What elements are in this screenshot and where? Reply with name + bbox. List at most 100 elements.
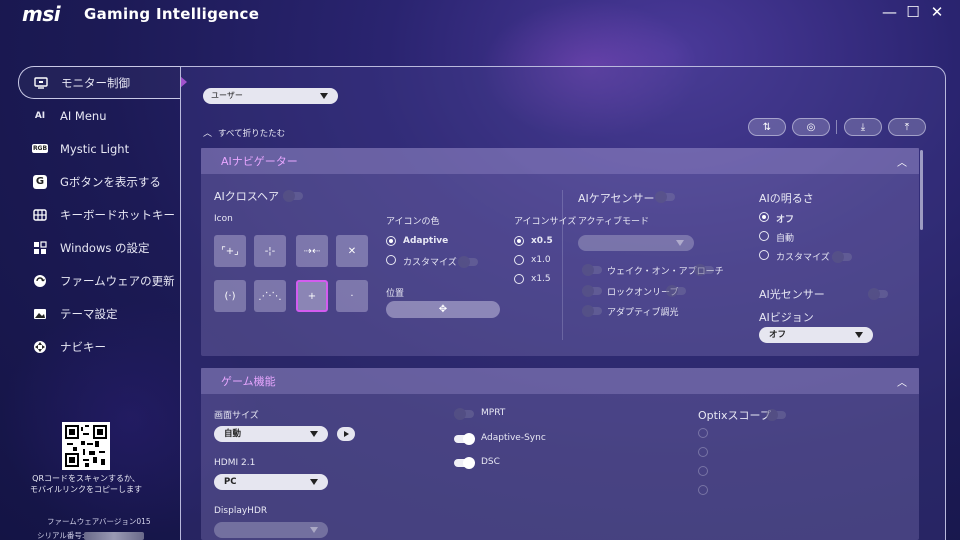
theme-icon xyxy=(32,306,48,322)
icon-label: Icon xyxy=(214,214,233,224)
displayhdr-dropdown[interactable] xyxy=(214,522,328,538)
sort-button[interactable]: ⇅ xyxy=(748,118,786,136)
ai-navigator-header[interactable]: AIナビゲーター ︿ xyxy=(201,148,919,174)
chevron-down-icon xyxy=(310,527,318,533)
sidebar-item-ai-menu[interactable]: AI AI Menu xyxy=(18,99,180,132)
brightness-off-radio[interactable] xyxy=(759,212,769,222)
minimize-icon[interactable]: — xyxy=(882,3,897,21)
sort-icon: ⇅ xyxy=(762,121,772,133)
adaptive-dimming-toggle[interactable] xyxy=(582,305,602,317)
color-adaptive-radio[interactable] xyxy=(386,236,396,246)
sidebar-item-label: Mystic Light xyxy=(60,141,130,156)
active-mode-dropdown[interactable] xyxy=(578,235,694,251)
brightness-custom-radio[interactable] xyxy=(759,250,769,260)
export-button[interactable]: ⤒ xyxy=(888,118,926,136)
app-title: Gaming Intelligence xyxy=(84,5,260,23)
chevron-down-icon xyxy=(320,93,328,99)
size-05-label: x0.5 xyxy=(531,236,553,246)
close-icon[interactable]: ✕ xyxy=(930,3,944,21)
color-custom-toggle[interactable] xyxy=(458,256,478,268)
ai-crosshair-toggle[interactable] xyxy=(283,190,303,202)
serial-number: シリアル番号: xyxy=(37,530,145,540)
sidebar-item-theme-settings[interactable]: テーマ設定 xyxy=(18,297,180,330)
maximize-icon[interactable]: ☐ xyxy=(906,3,920,21)
ai-icon: AI xyxy=(34,110,46,121)
crosshair-style-8[interactable]: · xyxy=(336,280,368,312)
play-preview-button[interactable] xyxy=(337,427,355,441)
sidebar-item-keyboard-hotkey[interactable]: キーボードホットキー xyxy=(18,198,180,231)
crosshair-style-7[interactable]: + xyxy=(296,280,328,312)
crosshair-circle-icon: (·) xyxy=(224,290,236,302)
windows-icon xyxy=(32,240,48,256)
crosshair-style-2[interactable]: -¦- xyxy=(254,235,286,267)
brightness-custom-label: カスタマイズ xyxy=(776,253,830,263)
icon-color-label: アイコンの色 xyxy=(386,217,440,227)
sidebar-item-label: Windows の設定 xyxy=(60,240,150,255)
scrollbar[interactable] xyxy=(920,150,923,230)
crosshair-style-3[interactable]: ⇢⇠ xyxy=(296,235,328,267)
sidebar-item-mystic-light[interactable]: RGB Mystic Light xyxy=(18,132,180,165)
color-adaptive-label: Adaptive xyxy=(403,236,449,246)
sidebar-item-navi-key[interactable]: ナビキー xyxy=(18,330,180,363)
color-custom-label: カスタマイズ xyxy=(403,258,457,268)
user-profile-dropdown[interactable]: ユーザー xyxy=(203,88,338,104)
sidebar-item-label: Gボタンを表示する xyxy=(60,174,161,189)
brightness-custom-toggle[interactable] xyxy=(832,251,852,263)
move-icon: ✥ xyxy=(438,304,448,315)
sidebar-item-firmware-update[interactable]: ファームウェアの更新 xyxy=(18,264,180,297)
collapse-all-button[interactable]: ︿ すべて折りたたむ xyxy=(203,126,285,139)
sidebar-item-monitor-control[interactable]: モニター制御 xyxy=(18,66,180,99)
adaptive-sync-toggle[interactable] xyxy=(454,433,475,445)
gaming-header[interactable]: ゲーム機能 ︿ xyxy=(201,368,919,394)
sidebar-item-g-button[interactable]: G Gボタンを表示する xyxy=(18,165,180,198)
wake-on-approach-sub-toggle[interactable] xyxy=(694,264,714,276)
monitor-icon xyxy=(33,75,49,91)
chevron-up-icon[interactable]: ︿ xyxy=(897,154,907,169)
hdmi-dropdown[interactable]: PC xyxy=(214,474,328,490)
eye-icon: ◎ xyxy=(806,121,816,133)
msi-logo: msi xyxy=(22,2,61,26)
ai-crosshair-label: AIクロスヘア xyxy=(214,190,279,203)
rgb-icon: RGB xyxy=(31,144,49,153)
optix-option-1-radio[interactable] xyxy=(698,428,708,438)
color-custom-radio[interactable] xyxy=(386,255,396,265)
chevron-up-icon[interactable]: ︿ xyxy=(897,374,907,389)
brightness-off-label: オフ xyxy=(776,215,795,225)
ai-vision-dropdown[interactable]: オフ xyxy=(759,327,873,343)
optix-option-4-radio[interactable] xyxy=(698,485,708,495)
chevron-down-icon xyxy=(310,479,318,485)
crosshair-style-4[interactable]: ✕ xyxy=(336,235,368,267)
size-05-radio[interactable] xyxy=(514,236,524,246)
sidebar-item-label: ファームウェアの更新 xyxy=(60,273,175,288)
crosshair-style-1[interactable]: ⌜+⌟ xyxy=(214,235,246,267)
ai-care-sensor-toggle[interactable] xyxy=(655,191,675,203)
position-button[interactable]: ✥ xyxy=(386,301,500,318)
preview-button[interactable]: ◎ xyxy=(792,118,830,136)
dsc-toggle[interactable] xyxy=(454,457,475,469)
screen-size-dropdown[interactable]: 自動 xyxy=(214,426,328,442)
import-button[interactable]: ⤓ xyxy=(844,118,882,136)
wake-on-approach-toggle[interactable] xyxy=(582,264,602,276)
optix-scope-toggle[interactable] xyxy=(766,409,786,421)
optix-option-2-radio[interactable] xyxy=(698,447,708,457)
toolbar-divider xyxy=(836,120,837,134)
ai-light-sensor-toggle[interactable] xyxy=(868,288,888,300)
crosshair-style-5[interactable]: (·) xyxy=(214,280,246,312)
sidebar-item-windows-settings[interactable]: Windows の設定 xyxy=(18,231,180,264)
crosshair-diagonal-icon: ✕ xyxy=(347,245,357,257)
crosshair-style-6[interactable]: ⋰·⋱ xyxy=(254,280,286,312)
size-15-radio[interactable] xyxy=(514,274,524,284)
adaptive-sync-label: Adaptive-Sync xyxy=(481,433,546,443)
title-bar: msi Gaming Intelligence — ☐ ✕ xyxy=(0,0,960,28)
lock-on-leave-sub-toggle[interactable] xyxy=(666,285,686,297)
brightness-auto-radio[interactable] xyxy=(759,231,769,241)
chevron-down-icon xyxy=(855,332,863,338)
gaming-section: ゲーム機能 ︿ xyxy=(201,368,919,540)
mprt-toggle[interactable] xyxy=(454,408,474,420)
optix-option-3-radio[interactable] xyxy=(698,466,708,476)
crosshair-dot-icon: · xyxy=(350,290,354,302)
size-10-radio[interactable] xyxy=(514,255,524,265)
sidebar: モニター制御 AI AI Menu RGB Mystic Light G Gボタ… xyxy=(18,66,180,363)
chevron-up-icon: ︿ xyxy=(203,129,213,139)
lock-on-leave-toggle[interactable] xyxy=(582,285,602,297)
